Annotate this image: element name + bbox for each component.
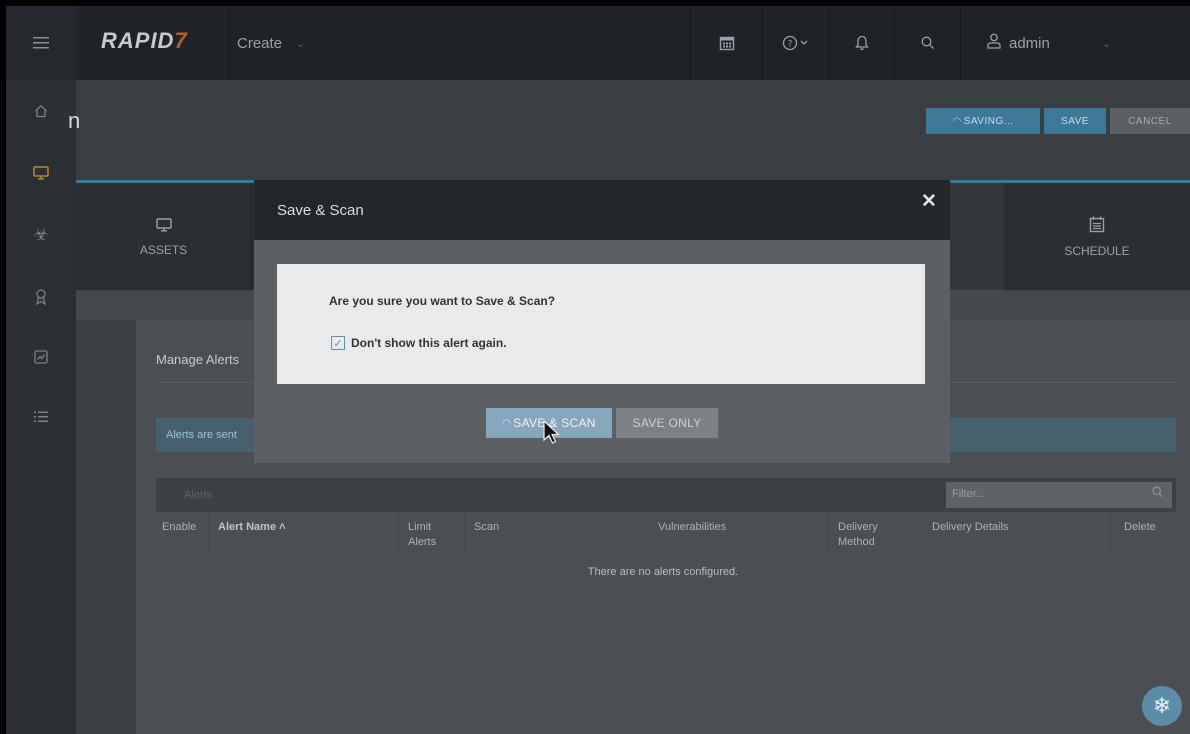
ribbon-icon[interactable]: [6, 282, 76, 312]
save-only-button[interactable]: SAVE ONLY: [616, 408, 718, 438]
tab-assets-label: ASSETS: [139, 243, 188, 257]
tab-schedule[interactable]: SCHEDULE: [1004, 183, 1190, 290]
monitor-icon[interactable]: [6, 158, 76, 188]
cancel-button[interactable]: CANCEL: [1110, 108, 1190, 134]
calendar-icon[interactable]: [690, 6, 762, 80]
dont-show-again-row[interactable]: ✓ Don't show this alert again.: [331, 336, 507, 350]
modal-body: Are you sure you want to Save & Scan? ✓ …: [277, 264, 925, 384]
rapid7-logo[interactable]: RAPID7: [101, 28, 188, 54]
page-header: n ◠ SAVING... SAVE CANCEL: [68, 80, 1190, 180]
col-delivery-details[interactable]: Delivery Details: [932, 520, 1008, 535]
search-icon[interactable]: [1152, 486, 1164, 501]
col-vulnerabilities[interactable]: Vulnerabilities: [658, 520, 726, 535]
saving-label: SAVING...: [963, 115, 1014, 127]
col-limit-alerts[interactable]: Limit Alerts: [408, 520, 450, 550]
info-text: Alerts are sent: [166, 429, 237, 441]
saving-button[interactable]: ◠ SAVING...: [926, 108, 1040, 134]
left-sidebar: ☣: [6, 80, 76, 734]
home-icon[interactable]: [6, 96, 76, 126]
top-bar: RAPID7 Create ⌄ ? admin ⌄: [6, 6, 1190, 80]
calendar-icon: [1089, 216, 1105, 238]
chevron-down-icon: ⌄: [1101, 37, 1112, 50]
modal-header: Save & Scan ✕: [254, 180, 950, 240]
mouse-cursor-icon: [543, 420, 561, 444]
spinner-icon: ◠: [502, 417, 512, 429]
divider: [828, 512, 829, 552]
col-scan[interactable]: Scan: [474, 520, 499, 535]
biohazard-icon[interactable]: ☣: [6, 220, 76, 250]
col-delete[interactable]: Delete: [1124, 520, 1156, 535]
create-label: Create: [237, 34, 283, 52]
svg-text:?: ?: [787, 40, 792, 50]
bell-icon[interactable]: [828, 6, 894, 80]
chevron-down-icon: ⌄: [296, 37, 306, 50]
list-icon[interactable]: [6, 402, 76, 432]
alerts-table-header: Enable Alert Name ˄ Limit Alerts Scan Vu…: [156, 512, 1176, 552]
divider: [398, 512, 399, 552]
help-icon[interactable]: ?: [762, 6, 828, 80]
dont-show-again-checkbox[interactable]: ✓: [331, 336, 345, 350]
monitor-icon: [155, 216, 172, 237]
save-button[interactable]: SAVE: [1044, 108, 1106, 134]
user-name: admin: [1009, 34, 1050, 52]
chart-icon[interactable]: [6, 342, 76, 372]
app-screen: RAPID7 Create ⌄ ? admin ⌄ ☣ n ◠ SAVING..…: [6, 6, 1190, 734]
manage-alerts-title: Manage Alerts: [156, 352, 240, 367]
hamburger-icon[interactable]: [6, 6, 76, 80]
save-scan-modal: Save & Scan ✕ Are you sure you want to S…: [254, 180, 950, 463]
chat-help-button[interactable]: ❄: [1142, 686, 1182, 726]
dont-show-again-label[interactable]: Don't show this alert again.: [351, 336, 507, 350]
col-alert-name[interactable]: Alert Name ˄: [218, 520, 286, 535]
search-icon[interactable]: [894, 6, 960, 80]
page-title: n: [68, 108, 81, 133]
confirm-question: Are you sure you want to Save & Scan?: [329, 294, 556, 308]
tab-assets[interactable]: ASSETS: [76, 183, 252, 290]
close-icon[interactable]: ✕: [921, 190, 937, 213]
divider: [208, 512, 209, 552]
alerts-toolbar: Alerts Filter...: [156, 478, 1176, 512]
divider: [922, 512, 923, 552]
divider: [1110, 512, 1111, 552]
divider: [464, 512, 465, 552]
user-menu[interactable]: admin ⌄: [960, 6, 1190, 80]
filter-placeholder: Filter...: [952, 488, 986, 500]
snowflake-icon: ❄: [1152, 693, 1172, 718]
tab-schedule-label: SCHEDULE: [1064, 243, 1130, 258]
alerts-label: Alerts: [184, 489, 213, 501]
filter-input[interactable]: Filter...: [946, 482, 1172, 508]
modal-title: Save & Scan: [277, 202, 364, 219]
col-enable[interactable]: Enable: [162, 520, 196, 535]
empty-table-message: There are no alerts configured.: [587, 566, 739, 578]
spinner-icon: ◠: [952, 115, 962, 127]
col-delivery-method[interactable]: Delivery Method: [838, 520, 894, 550]
user-icon: [987, 33, 1001, 53]
create-menu[interactable]: Create ⌄: [228, 6, 688, 80]
